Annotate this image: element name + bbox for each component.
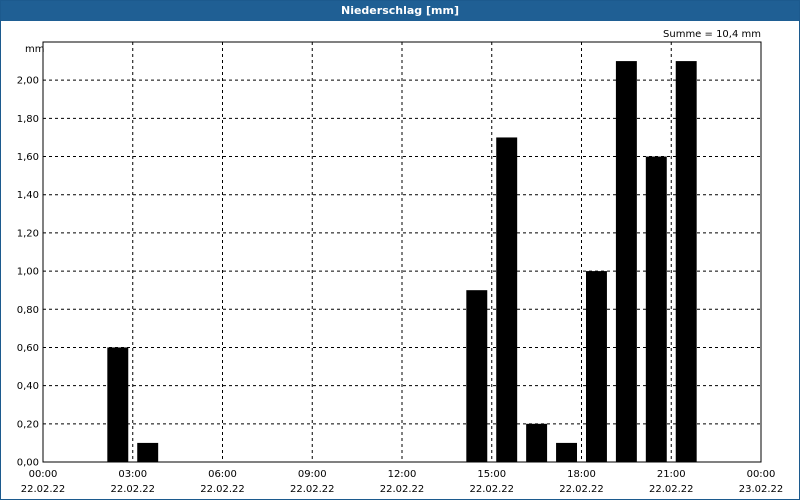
bar [556, 442, 578, 462]
precipitation-chart: 0,00 0,20 0,40 0,60 0,80 1,00 1,20 1,40 1,60 1,80… [17, 29, 784, 495]
y-tick-label: 1,40 [17, 190, 39, 201]
bar [107, 347, 129, 462]
y-axis-label: mm [25, 44, 44, 55]
bar [137, 442, 159, 462]
y-axis-ticks: 0,00 0,20 0,40 0,60 0,80 1,00 1,20 1,40 1,60 1,80… [17, 76, 39, 469]
x-tick-time: 12:00 [388, 469, 417, 480]
x-tick-date: 23.02.22 [739, 484, 784, 495]
x-tick-date: 22.02.22 [649, 484, 694, 495]
x-tick-time: 00:00 [29, 469, 58, 480]
x-tick-time: 00:00 [747, 469, 776, 480]
y-tick-label: 1,80 [17, 114, 39, 125]
bar [466, 290, 488, 462]
x-tick-time: 09:00 [298, 469, 327, 480]
y-tick-label: 0,20 [17, 419, 39, 430]
x-tick-date: 22.02.22 [290, 484, 335, 495]
y-tick-label: 0,60 [17, 343, 39, 354]
x-tick-date: 22.02.22 [21, 484, 66, 495]
y-tick-label: 1,20 [17, 228, 39, 239]
bar [496, 137, 518, 463]
bar [675, 61, 697, 462]
x-axis-ticks: 00:00 22.02.22 03:00 22.02.22 06:00 22.02.22 0… [21, 469, 784, 495]
x-tick-date: 22.02.22 [559, 484, 604, 495]
y-tick-label: 2,00 [17, 76, 39, 87]
y-tick-label: 0,40 [17, 381, 39, 392]
chart-title: Niederschlag [mm] [1, 1, 799, 21]
x-tick-time: 15:00 [477, 469, 506, 480]
sum-annotation: Summe = 10,4 mm [663, 29, 761, 40]
bar [585, 271, 607, 462]
x-tick-time: 21:00 [657, 469, 686, 480]
bar [645, 156, 667, 462]
x-tick-date: 22.02.22 [469, 484, 514, 495]
y-tick-label: 1,00 [17, 267, 39, 278]
x-tick-date: 22.02.22 [200, 484, 245, 495]
bar [615, 61, 637, 462]
x-tick-date: 22.02.22 [380, 484, 425, 495]
y-tick-label: 0,00 [17, 458, 39, 469]
x-tick-time: 06:00 [208, 469, 237, 480]
y-tick-label: 1,60 [17, 152, 39, 163]
chart-window: Niederschlag [mm] 0,00 0,20 0,40 0,60 0,80 1,… [0, 0, 800, 500]
x-tick-date: 22.02.22 [110, 484, 155, 495]
y-tick-label: 0,80 [17, 305, 39, 316]
x-tick-time: 03:00 [118, 469, 147, 480]
x-tick-time: 18:00 [567, 469, 596, 480]
bar [526, 423, 548, 462]
